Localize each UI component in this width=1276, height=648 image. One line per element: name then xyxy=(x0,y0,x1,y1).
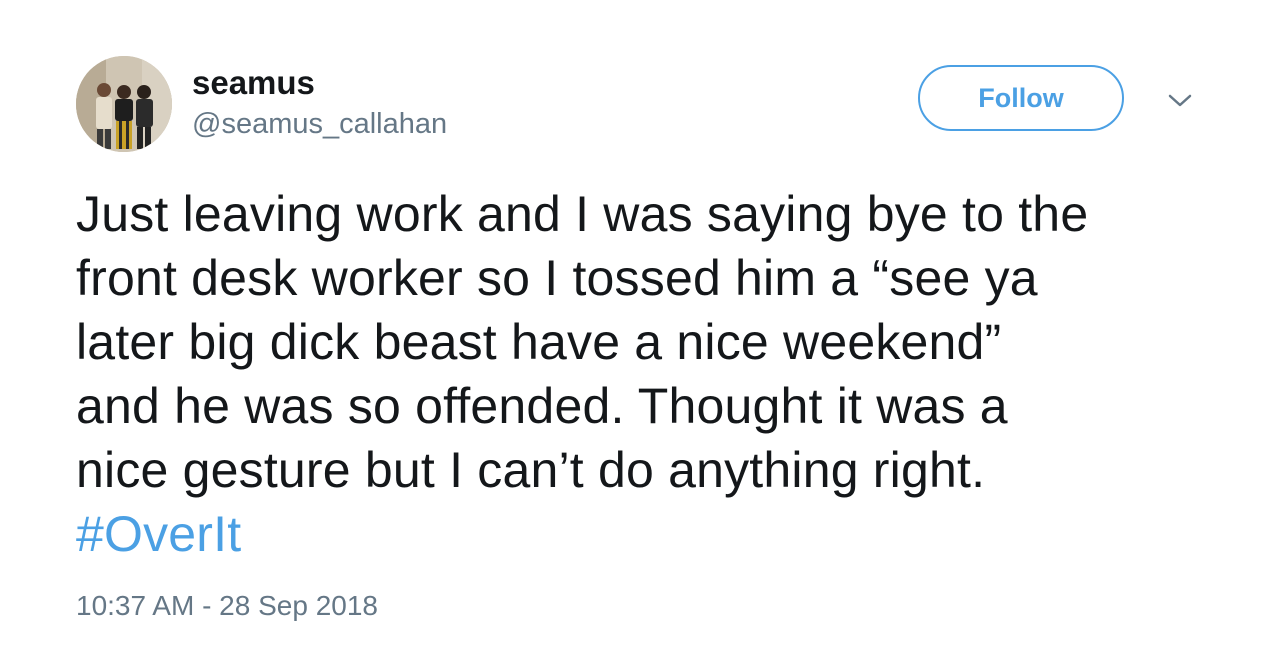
display-name[interactable]: seamus xyxy=(192,64,315,102)
tweet-text: Just leaving work and I was saying bye t… xyxy=(76,182,1216,566)
follow-button[interactable]: Follow xyxy=(918,65,1124,131)
tweet-text-line: and he was so offended. Thought it was a xyxy=(76,378,1008,434)
tweet-text-line: Just leaving work and I was saying bye t… xyxy=(76,186,1089,242)
tweet-card: seamus @seamus_callahan Follow Just leav… xyxy=(0,0,1276,648)
chevron-down-icon[interactable] xyxy=(1167,93,1193,109)
tweet-text-line: front desk worker so I tossed him a “see… xyxy=(76,250,1038,306)
tweet-timestamp[interactable]: 10:37 AM - 28 Sep 2018 xyxy=(76,589,378,623)
profile-photo-icon xyxy=(76,56,172,152)
hashtag-link[interactable]: #OverIt xyxy=(76,502,1216,566)
avatar[interactable] xyxy=(76,56,172,152)
tweet-text-line: later big dick beast have a nice weekend… xyxy=(76,314,1002,370)
user-handle[interactable]: @seamus_callahan xyxy=(192,107,447,141)
tweet-text-line: nice gesture but I can’t do anything rig… xyxy=(76,442,986,498)
